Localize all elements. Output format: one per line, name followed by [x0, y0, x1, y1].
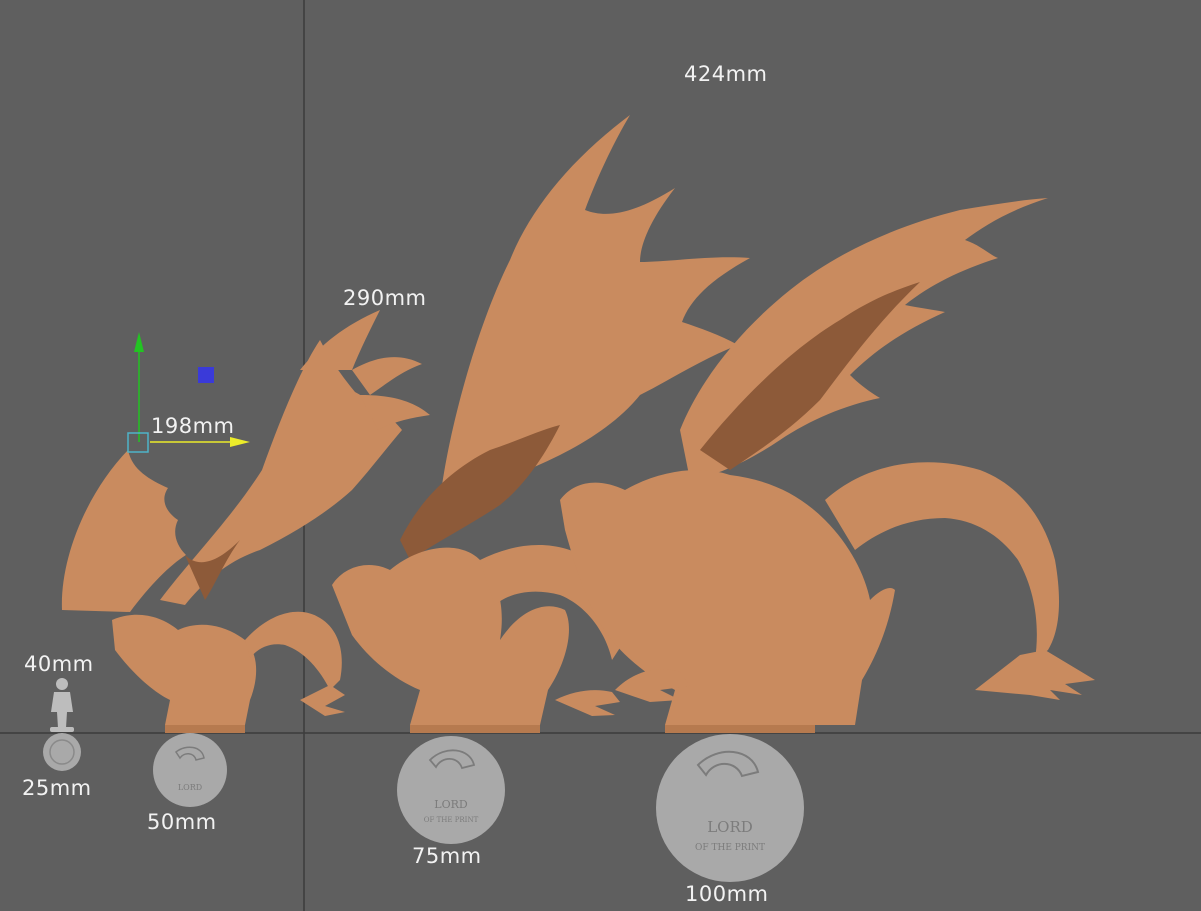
base-large-logo: LORD	[707, 818, 753, 836]
base-medium-logo: LORD	[434, 798, 468, 811]
base-label-mini: 25mm	[22, 776, 92, 800]
base-large: LORD OF THE PRINT	[656, 734, 804, 882]
height-label-small: 198mm	[151, 414, 235, 438]
dragon-small-model[interactable]	[61, 310, 430, 733]
gizmo-pivot-icon[interactable]	[127, 432, 149, 453]
height-label-medium: 290mm	[343, 286, 427, 310]
scene-canvas[interactable]: LORD LORD OF THE PRINT LORD OF THE PRINT	[0, 0, 1201, 911]
base-medium-logo-sub: OF THE PRINT	[424, 816, 479, 824]
base-large-logo-sub: OF THE PRINT	[695, 843, 765, 853]
base-label-large: 100mm	[685, 882, 769, 906]
base-medium: LORD OF THE PRINT	[397, 736, 505, 844]
height-label-large: 424mm	[684, 62, 768, 86]
gizmo-y-arrow-icon[interactable]	[134, 332, 144, 352]
3d-viewport[interactable]: LORD LORD OF THE PRINT LORD OF THE PRINT…	[0, 0, 1201, 911]
base-small: LORD	[153, 733, 227, 807]
reference-miniature-model[interactable]	[50, 678, 74, 732]
gizmo-x-arrow-icon[interactable]	[230, 437, 250, 447]
base-mini	[43, 733, 81, 771]
base-label-medium: 75mm	[412, 844, 482, 868]
gizmo-plane-handle-icon[interactable]	[198, 367, 214, 383]
height-label-mini: 40mm	[24, 652, 94, 676]
base-label-small: 50mm	[147, 810, 217, 834]
base-small-logo: LORD	[178, 783, 202, 792]
